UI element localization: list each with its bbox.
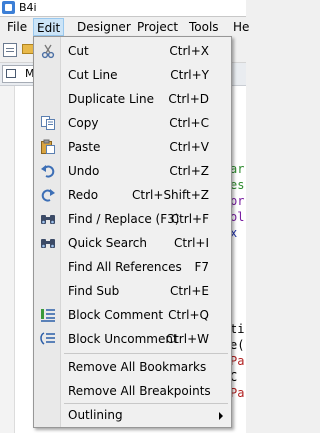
menu-item-label: Block Comment	[68, 308, 164, 322]
menu-item-cut[interactable]: Cut Ctrl+X	[36, 40, 229, 62]
window-title: B4i	[19, 1, 37, 14]
menu-item-shortcut: Ctrl+D	[168, 92, 209, 106]
menu-item-shortcut: Ctrl+I	[174, 236, 209, 250]
menu-item-find-all-references[interactable]: Find All References F7	[36, 256, 229, 278]
block-comment-icon	[41, 309, 55, 322]
app-icon	[2, 1, 15, 14]
title-bar: B4i	[0, 0, 246, 17]
block-uncomment-icon	[40, 332, 55, 345]
menu-item-label: Quick Search	[68, 236, 147, 250]
menu-item-outlining[interactable]: Outlining	[36, 404, 229, 426]
code-line: ti	[230, 322, 245, 336]
editor-gutter	[0, 86, 15, 433]
menu-item-shortcut: Ctrl+X	[169, 44, 209, 58]
menu-item-shortcut: Ctrl+C	[169, 116, 209, 130]
menu-item-label: Redo	[68, 188, 99, 202]
menu-item-shortcut: F7	[194, 260, 209, 274]
menu-separator	[64, 353, 228, 354]
binoculars-icon	[41, 215, 55, 224]
menu-item-label: Remove All Bookmarks	[68, 360, 207, 374]
tab-module[interactable]: M	[2, 65, 36, 83]
menu-item-remove-all-bookmarks[interactable]: Remove All Bookmarks	[36, 356, 229, 378]
menu-item-find-sub[interactable]: Find Sub Ctrl+E	[36, 280, 229, 302]
menu-item-remove-all-breakpoints[interactable]: Remove All Breakpoints	[36, 380, 229, 402]
menu-item-label: Undo	[68, 164, 100, 178]
code-line: ol	[230, 210, 245, 224]
code-line: ar	[230, 162, 245, 176]
copy-icon	[41, 116, 55, 130]
menu-item-copy[interactable]: Copy Ctrl+C	[36, 112, 229, 134]
menu-item-cut-line[interactable]: Cut Line Ctrl+Y	[36, 64, 229, 86]
menu-item-undo[interactable]: Undo Ctrl+Z	[36, 160, 229, 182]
code-area: ar es pr ol x ti e( Pa C Pa	[230, 86, 246, 433]
menu-item-label: Find Sub	[68, 284, 120, 298]
menu-item-shortcut: Ctrl+Q	[168, 308, 209, 322]
menu-item-label: Outlining	[68, 408, 123, 422]
menu-designer[interactable]: Designer	[74, 18, 134, 36]
scissors-icon	[41, 44, 55, 59]
menu-item-label: Paste	[68, 140, 101, 154]
code-line: pr	[230, 194, 245, 208]
menu-item-duplicate-line[interactable]: Duplicate Line Ctrl+D	[36, 88, 229, 110]
menu-edit[interactable]: Edit	[33, 18, 65, 36]
menu-item-shortcut: Ctrl+W	[165, 332, 209, 346]
paste-icon	[41, 139, 55, 154]
menu-item-label: Cut Line	[68, 68, 118, 82]
menu-file[interactable]: File	[4, 18, 30, 36]
submenu-arrow-icon	[219, 412, 223, 420]
menu-item-shortcut: Ctrl+E	[170, 284, 209, 298]
code-line: Pa	[230, 354, 245, 368]
code-line: Pa	[230, 386, 245, 400]
binoculars-icon	[41, 239, 55, 248]
menu-item-shortcut: Ctrl+Shift+Z	[132, 188, 209, 202]
menu-item-label: Find / Replace (F3)	[68, 212, 180, 226]
menu-item-paste[interactable]: Paste Ctrl+V	[36, 136, 229, 158]
menu-item-label: Remove All Breakpoints	[68, 384, 211, 398]
menu-item-block-comment[interactable]: Block Comment Ctrl+Q	[36, 304, 229, 326]
edit-menu-dropdown: Cut Ctrl+X Cut Line Ctrl+Y Duplicate Lin…	[33, 36, 232, 428]
menu-project[interactable]: Project	[134, 18, 181, 36]
redo-icon	[41, 189, 55, 202]
menu-item-label: Duplicate Line	[68, 92, 154, 106]
undo-icon	[41, 165, 55, 178]
menu-item-find-replace[interactable]: Find / Replace (F3) Ctrl+F	[36, 208, 229, 230]
module-icon	[6, 69, 16, 78]
menu-item-shortcut: Ctrl+F	[170, 212, 209, 226]
menu-item-block-uncomment[interactable]: Block Uncomment Ctrl+W	[36, 328, 229, 350]
menu-item-label: Copy	[68, 116, 99, 130]
menu-help[interactable]: He	[230, 18, 252, 36]
menu-bar: File Edit Designer Project Tools He	[0, 17, 249, 37]
menu-tools[interactable]: Tools	[186, 18, 222, 36]
menu-item-quick-search[interactable]: Quick Search Ctrl+I	[36, 232, 229, 254]
new-file-icon[interactable]	[3, 43, 17, 57]
menu-item-label: Find All References	[68, 260, 182, 274]
menu-item-shortcut: Ctrl+V	[169, 140, 209, 154]
menu-item-label: Cut	[68, 44, 89, 58]
menu-item-shortcut: Ctrl+Y	[170, 68, 209, 82]
menu-item-redo[interactable]: Redo Ctrl+Shift+Z	[36, 184, 229, 206]
code-line: e(	[230, 338, 245, 352]
menu-item-label: Block Uncomment	[68, 332, 178, 346]
menu-item-shortcut: Ctrl+Z	[169, 164, 209, 178]
code-line: es	[230, 178, 245, 192]
